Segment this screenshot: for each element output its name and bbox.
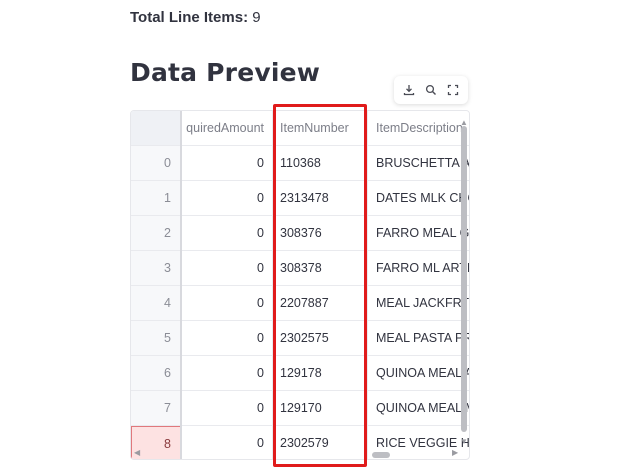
download-icon[interactable]	[400, 81, 418, 99]
item-description-cell[interactable]: MEAL PASTA PR	[368, 321, 469, 356]
dataframe-toolbar	[394, 76, 468, 104]
total-line-items: Total Line Items: 9	[130, 9, 261, 26]
column-header-item-number[interactable]: ItemNumber	[273, 111, 368, 146]
item-number-cell[interactable]: 308376	[273, 216, 368, 251]
total-line-items-value: 9	[252, 9, 261, 26]
column-header-required-amount[interactable]: quiredAmount	[181, 111, 273, 146]
required-amount-cell[interactable]: 0	[181, 391, 273, 426]
item-description-cell[interactable]: DATES MLK CHO	[368, 181, 469, 216]
item-description-cell[interactable]: FARRO MEAL GI	[368, 216, 469, 251]
item-number-cell[interactable]: 2302575	[273, 321, 368, 356]
item-number-cell[interactable]: 2302579	[273, 426, 368, 459]
row-index-cell[interactable]: 5	[131, 321, 181, 356]
item-number-cell[interactable]: 2313478	[273, 181, 368, 216]
row-index-cell[interactable]: 4	[131, 286, 181, 321]
required-amount-cell[interactable]: 0	[181, 251, 273, 286]
scroll-left-arrow-icon[interactable]: ◀	[134, 448, 140, 457]
row-index-cell[interactable]: 1	[131, 181, 181, 216]
item-description-cell[interactable]: FARRO ML ARTH	[368, 251, 469, 286]
vertical-scrollbar[interactable]	[461, 126, 467, 432]
row-index-cell[interactable]: 0	[131, 146, 181, 181]
required-amount-cell[interactable]: 0	[181, 146, 273, 181]
item-number-cell[interactable]: 129178	[273, 356, 368, 391]
required-amount-cell[interactable]: 0	[181, 321, 273, 356]
row-index-cell[interactable]: 2	[131, 216, 181, 251]
item-number-cell[interactable]: 110368	[273, 146, 368, 181]
scroll-down-arrow-icon[interactable]: ▼	[460, 437, 468, 446]
required-amount-cell[interactable]: 0	[181, 216, 273, 251]
index-header	[131, 111, 181, 146]
row-index-cell[interactable]: 6	[131, 356, 181, 391]
item-description-cell[interactable]: BRUSCHETTA A	[368, 146, 469, 181]
required-amount-cell[interactable]: 0	[181, 181, 273, 216]
horizontal-scrollbar[interactable]	[372, 452, 390, 458]
required-amount-cell[interactable]: 0	[181, 356, 273, 391]
item-number-cell[interactable]: 308378	[273, 251, 368, 286]
row-index-cell[interactable]: 7	[131, 391, 181, 426]
total-line-items-label: Total Line Items:	[130, 9, 249, 26]
column-header-item-description[interactable]: ItemDescription	[368, 111, 469, 146]
index-column-divider	[180, 111, 182, 459]
item-number-cell[interactable]: 129170	[273, 391, 368, 426]
section-title: Data Preview	[130, 58, 321, 87]
fullscreen-icon[interactable]	[444, 81, 462, 99]
scroll-right-arrow-icon[interactable]: ▶	[452, 448, 458, 457]
item-description-cell[interactable]: QUINOA MEAL A	[368, 356, 469, 391]
data-table[interactable]: quiredAmount ItemNumber ItemDescription …	[130, 110, 470, 460]
row-index-cell[interactable]: 3	[131, 251, 181, 286]
item-description-cell[interactable]: QUINOA MEAL M	[368, 391, 469, 426]
search-icon[interactable]	[422, 81, 440, 99]
item-description-cell[interactable]: MEAL JACKFRT	[368, 286, 469, 321]
required-amount-cell[interactable]: 0	[181, 286, 273, 321]
item-number-cell[interactable]: 2207887	[273, 286, 368, 321]
required-amount-cell[interactable]: 0	[181, 426, 273, 459]
